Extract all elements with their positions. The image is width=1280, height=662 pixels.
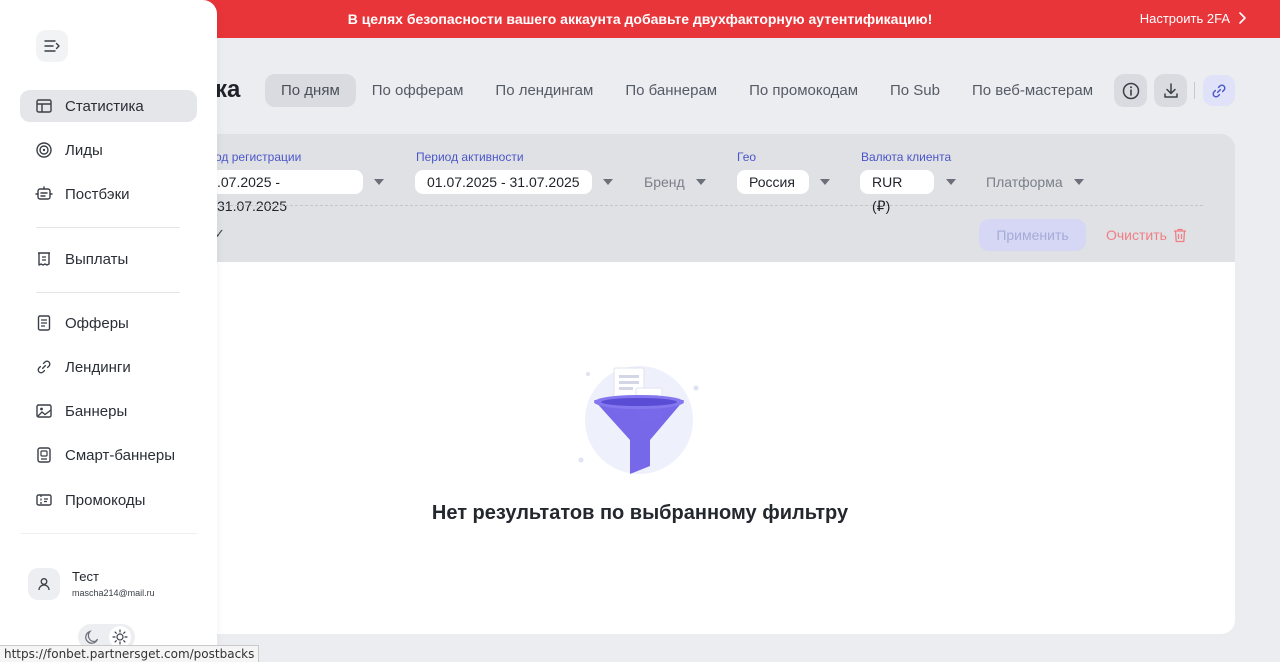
link-icon <box>37 360 51 374</box>
table-icon <box>36 99 52 113</box>
sidebar-item-label: Баннеры <box>65 402 128 420</box>
avatar[interactable] <box>28 568 60 600</box>
download-button[interactable] <box>1154 74 1187 107</box>
download-icon <box>1163 82 1178 98</box>
user-name: Тест <box>72 569 99 584</box>
sidebar-item-label: Выплаты <box>65 250 129 268</box>
target-icon <box>36 142 52 158</box>
tab-by-webmasters[interactable]: По веб-мастерам <box>956 74 1109 107</box>
tab-by-offers[interactable]: По офферам <box>356 74 480 107</box>
sidebar-item-postbacks[interactable]: Постбэки <box>20 178 197 210</box>
page-title: ка <box>215 76 241 103</box>
smart-banner-icon <box>37 447 51 463</box>
currency-field[interactable]: RUR (₽) <box>860 170 934 214</box>
activity-period-label: Период активности <box>416 150 524 164</box>
clear-button[interactable]: Очистить <box>1106 227 1187 243</box>
funnel-illustration-icon <box>578 366 699 474</box>
sidebar-item-label: Лиды <box>65 141 103 159</box>
menu-collapse-icon <box>44 40 60 52</box>
clear-label: Очистить <box>1106 227 1167 243</box>
empty-results-message: Нет результатов по выбранному фильтру <box>431 502 849 524</box>
results-panel: Нет результатов по выбранному фильтру <box>200 262 1235 634</box>
sidebar-item-banners[interactable]: Баннеры <box>20 395 197 427</box>
currency-label: Валюта клиента <box>861 150 952 164</box>
sidebar-item-landings[interactable]: Лендинги <box>20 351 197 383</box>
user-icon <box>38 578 50 591</box>
geo-field[interactable]: Россия <box>737 170 809 194</box>
header-divider <box>1194 82 1195 99</box>
sidebar-divider <box>36 292 180 293</box>
setup-2fa-link[interactable]: Настроить 2FA <box>1140 11 1230 26</box>
sun-icon <box>112 629 128 645</box>
chevron-down-icon[interactable] <box>946 179 956 185</box>
moon-icon <box>85 630 99 644</box>
info-button[interactable] <box>1114 74 1147 107</box>
sidebar-divider <box>20 533 197 534</box>
activity-period-field[interactable]: 01.07.2025 - 31.07.2025 <box>415 170 592 194</box>
link-icon <box>1212 84 1226 97</box>
sidebar-item-statistics[interactable]: Статистика <box>20 90 197 122</box>
chevron-down-icon[interactable] <box>1074 179 1084 185</box>
sidebar: Статистика Лиды Постбэки Выплаты Офферы … <box>0 0 217 662</box>
sidebar-item-leads[interactable]: Лиды <box>20 134 197 166</box>
user-email: mascha214@mail.ru <box>72 588 155 598</box>
filter-divider <box>200 205 1203 206</box>
chevron-down-icon[interactable] <box>820 179 830 185</box>
sidebar-item-offers[interactable]: Офферы <box>20 307 197 339</box>
apply-button[interactable]: Применить <box>979 219 1086 251</box>
stats-tabs: По дням По офферам По лендингам По банне… <box>265 74 1109 107</box>
chevron-down-icon[interactable] <box>603 179 613 185</box>
info-icon <box>1122 82 1139 99</box>
brand-select[interactable]: Бренд <box>644 174 685 190</box>
tab-by-sub[interactable]: По Sub <box>874 74 956 107</box>
tab-by-promocodes[interactable]: По промокодам <box>733 74 874 107</box>
filter-panel: од регистрации .07.2025 - 31.07.2025 Пер… <box>200 134 1235 262</box>
sidebar-divider <box>36 227 180 228</box>
sidebar-item-promocodes[interactable]: Промокоды <box>20 484 197 516</box>
chevron-down-icon[interactable] <box>696 179 706 185</box>
registration-period-field[interactable]: .07.2025 - 31.07.2025 <box>202 170 363 214</box>
sidebar-item-label: Лендинги <box>65 358 131 376</box>
postback-icon <box>35 186 53 200</box>
promo-icon <box>36 494 52 506</box>
geo-label: Гео <box>737 150 757 164</box>
receipt-icon <box>38 252 50 266</box>
registration-period-label: од регистрации <box>215 150 302 164</box>
chevron-right-icon[interactable] <box>1234 10 1250 26</box>
sidebar-item-label: Статистика <box>65 97 144 115</box>
sidebar-item-label: Промокоды <box>65 491 146 509</box>
collapse-sidebar-button[interactable] <box>36 30 68 62</box>
sidebar-item-label: Смарт-баннеры <box>65 446 175 464</box>
copy-link-button[interactable] <box>1203 75 1235 106</box>
tab-by-landings[interactable]: По лендингам <box>479 74 609 107</box>
sidebar-item-label: Постбэки <box>65 185 130 203</box>
sidebar-item-label: Офферы <box>65 314 129 332</box>
sidebar-item-smart-banners[interactable]: Смарт-баннеры <box>20 439 197 471</box>
platform-select[interactable]: Платформа <box>986 174 1063 190</box>
tab-by-days[interactable]: По дням <box>265 74 356 107</box>
image-icon <box>36 404 52 418</box>
status-bar-url: https://fonbet.partnersget.com/postbacks <box>0 645 260 662</box>
document-icon <box>37 315 51 331</box>
trash-icon <box>1173 228 1186 242</box>
chevron-down-icon[interactable] <box>374 179 384 185</box>
tab-by-banners[interactable]: По баннерам <box>609 74 733 107</box>
sidebar-item-payouts[interactable]: Выплаты <box>20 243 197 275</box>
